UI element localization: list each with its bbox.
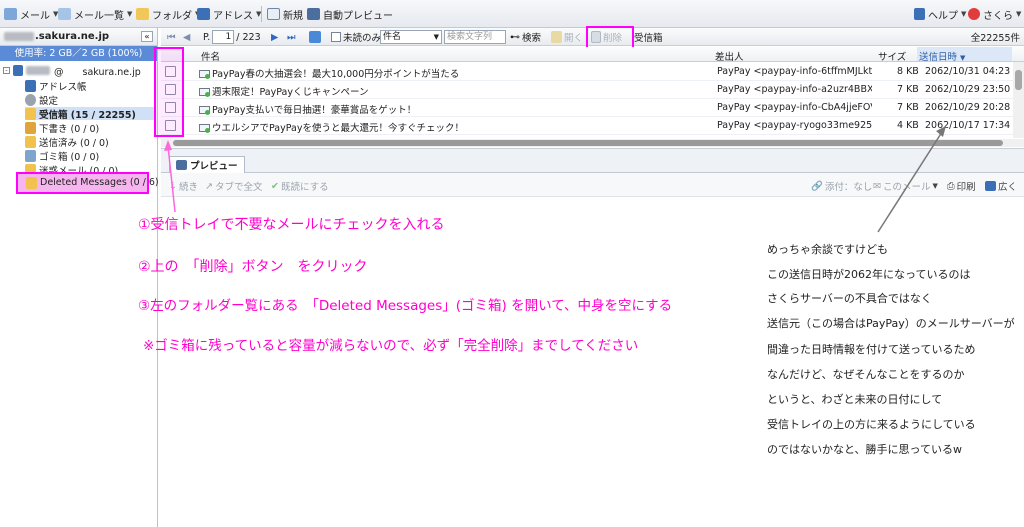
side-note-line: のではないかなと、勝手に思っているw (767, 443, 963, 456)
warning-note: ※ゴミ箱に残っていると容量が減らないので、必ず「完全削除」までしてください (143, 338, 639, 354)
side-note-line: この送信日時が2062年になっているのは (767, 268, 971, 281)
side-note-line: 受信トレイの上の方に来るようにしている (767, 418, 976, 431)
checkbox-arrowhead (164, 140, 172, 151)
side-note-line: 間違った日時情報を付けて送っているため (767, 343, 976, 356)
side-note-line: めっちゃ余談ですけども (767, 243, 888, 256)
date-arrow (877, 131, 943, 233)
side-note-line: というと、わざと未来の日付にして (767, 393, 943, 406)
side-note-line: なんだけど、なぜそんなことをするのか (767, 368, 965, 381)
step3-note: ③左のフォルダー覧にある 「Deleted Messages」(ゴミ箱) を開い… (138, 298, 673, 314)
sidebar-item-deleted-messages[interactable]: Deleted Messages (0 / 6) (26, 176, 159, 189)
side-note-line: 送信元（この場合はPayPay）のメールサーバーが (767, 317, 1015, 330)
date-arrowhead (936, 126, 946, 137)
step1-note: ①受信トレイで不要なメールにチェックを入れる (138, 217, 445, 233)
step2-note: ②上の 「削除」ボタン をクリック (138, 259, 368, 275)
folder-icon (26, 176, 37, 189)
sidebar-item-label: Deleted Messages (0 / 6) (40, 177, 159, 188)
checkbox-arrow (167, 145, 176, 213)
side-note-line: さくらサーバーの不具合ではなく (767, 292, 932, 305)
